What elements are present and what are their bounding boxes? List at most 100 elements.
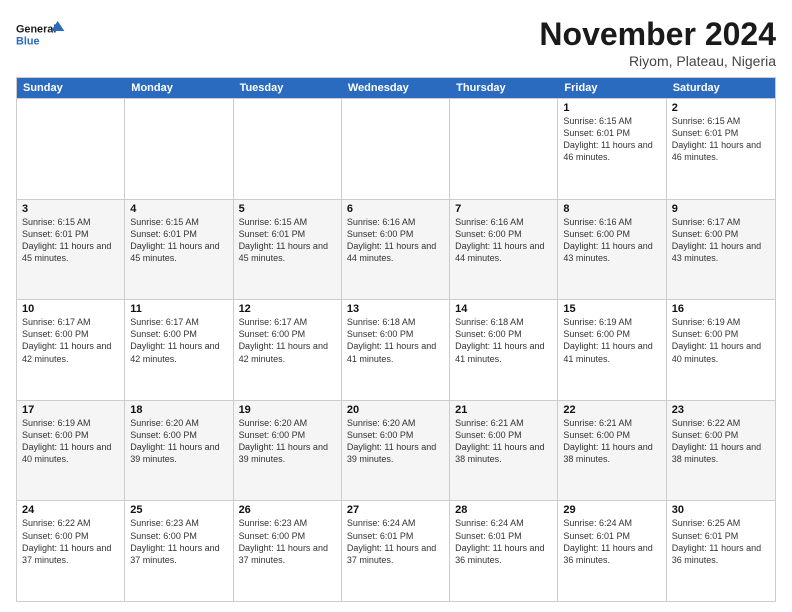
calendar-cell-r1c2: 5Sunrise: 6:15 AM Sunset: 6:01 PM Daylig… xyxy=(234,200,342,300)
calendar-cell-r4c6: 30Sunrise: 6:25 AM Sunset: 6:01 PM Dayli… xyxy=(667,501,775,601)
calendar-row-4: 24Sunrise: 6:22 AM Sunset: 6:00 PM Dayli… xyxy=(17,500,775,601)
day-number: 4 xyxy=(130,203,227,215)
calendar-cell-r3c3: 20Sunrise: 6:20 AM Sunset: 6:00 PM Dayli… xyxy=(342,401,450,501)
day-number: 16 xyxy=(672,303,770,315)
cell-text: Sunrise: 6:22 AM Sunset: 6:00 PM Dayligh… xyxy=(672,417,770,466)
calendar-cell-r3c5: 22Sunrise: 6:21 AM Sunset: 6:00 PM Dayli… xyxy=(558,401,666,501)
day-number: 12 xyxy=(239,303,336,315)
calendar-cell-r3c0: 17Sunrise: 6:19 AM Sunset: 6:00 PM Dayli… xyxy=(17,401,125,501)
day-number: 27 xyxy=(347,504,444,516)
cell-text: Sunrise: 6:15 AM Sunset: 6:01 PM Dayligh… xyxy=(563,115,660,164)
cell-text: Sunrise: 6:20 AM Sunset: 6:00 PM Dayligh… xyxy=(239,417,336,466)
calendar-cell-r0c4 xyxy=(450,99,558,199)
calendar-cell-r4c1: 25Sunrise: 6:23 AM Sunset: 6:00 PM Dayli… xyxy=(125,501,233,601)
day-number: 25 xyxy=(130,504,227,516)
calendar-cell-r4c5: 29Sunrise: 6:24 AM Sunset: 6:01 PM Dayli… xyxy=(558,501,666,601)
day-number: 20 xyxy=(347,404,444,416)
calendar-cell-r2c1: 11Sunrise: 6:17 AM Sunset: 6:00 PM Dayli… xyxy=(125,300,233,400)
cell-text: Sunrise: 6:16 AM Sunset: 6:00 PM Dayligh… xyxy=(563,216,660,265)
cell-text: Sunrise: 6:15 AM Sunset: 6:01 PM Dayligh… xyxy=(672,115,770,164)
calendar-cell-r3c1: 18Sunrise: 6:20 AM Sunset: 6:00 PM Dayli… xyxy=(125,401,233,501)
cell-text: Sunrise: 6:15 AM Sunset: 6:01 PM Dayligh… xyxy=(239,216,336,265)
calendar-cell-r0c5: 1Sunrise: 6:15 AM Sunset: 6:01 PM Daylig… xyxy=(558,99,666,199)
cell-text: Sunrise: 6:23 AM Sunset: 6:00 PM Dayligh… xyxy=(130,517,227,566)
svg-text:Blue: Blue xyxy=(16,35,39,47)
location: Riyom, Plateau, Nigeria xyxy=(539,53,776,69)
day-number: 19 xyxy=(239,404,336,416)
header-day-tuesday: Tuesday xyxy=(234,78,342,98)
calendar-cell-r0c0 xyxy=(17,99,125,199)
calendar-cell-r0c1 xyxy=(125,99,233,199)
cell-text: Sunrise: 6:25 AM Sunset: 6:01 PM Dayligh… xyxy=(672,517,770,566)
day-number: 1 xyxy=(563,102,660,114)
calendar-cell-r1c6: 9Sunrise: 6:17 AM Sunset: 6:00 PM Daylig… xyxy=(667,200,775,300)
day-number: 9 xyxy=(672,203,770,215)
header-day-friday: Friday xyxy=(558,78,666,98)
cell-text: Sunrise: 6:24 AM Sunset: 6:01 PM Dayligh… xyxy=(347,517,444,566)
calendar-cell-r3c4: 21Sunrise: 6:21 AM Sunset: 6:00 PM Dayli… xyxy=(450,401,558,501)
calendar-cell-r4c0: 24Sunrise: 6:22 AM Sunset: 6:00 PM Dayli… xyxy=(17,501,125,601)
day-number: 11 xyxy=(130,303,227,315)
calendar-cell-r4c3: 27Sunrise: 6:24 AM Sunset: 6:01 PM Dayli… xyxy=(342,501,450,601)
cell-text: Sunrise: 6:15 AM Sunset: 6:01 PM Dayligh… xyxy=(130,216,227,265)
calendar-cell-r0c2 xyxy=(234,99,342,199)
cell-text: Sunrise: 6:19 AM Sunset: 6:00 PM Dayligh… xyxy=(563,316,660,365)
calendar-cell-r1c1: 4Sunrise: 6:15 AM Sunset: 6:01 PM Daylig… xyxy=(125,200,233,300)
calendar-cell-r0c6: 2Sunrise: 6:15 AM Sunset: 6:01 PM Daylig… xyxy=(667,99,775,199)
calendar-cell-r1c4: 7Sunrise: 6:16 AM Sunset: 6:00 PM Daylig… xyxy=(450,200,558,300)
day-number: 26 xyxy=(239,504,336,516)
calendar-row-3: 17Sunrise: 6:19 AM Sunset: 6:00 PM Dayli… xyxy=(17,400,775,501)
cell-text: Sunrise: 6:19 AM Sunset: 6:00 PM Dayligh… xyxy=(672,316,770,365)
day-number: 21 xyxy=(455,404,552,416)
header-day-sunday: Sunday xyxy=(17,78,125,98)
day-number: 13 xyxy=(347,303,444,315)
day-number: 8 xyxy=(563,203,660,215)
cell-text: Sunrise: 6:23 AM Sunset: 6:00 PM Dayligh… xyxy=(239,517,336,566)
calendar-row-2: 10Sunrise: 6:17 AM Sunset: 6:00 PM Dayli… xyxy=(17,299,775,400)
cell-text: Sunrise: 6:16 AM Sunset: 6:00 PM Dayligh… xyxy=(455,216,552,265)
day-number: 24 xyxy=(22,504,119,516)
calendar-cell-r4c2: 26Sunrise: 6:23 AM Sunset: 6:00 PM Dayli… xyxy=(234,501,342,601)
calendar-cell-r4c4: 28Sunrise: 6:24 AM Sunset: 6:01 PM Dayli… xyxy=(450,501,558,601)
header-day-monday: Monday xyxy=(125,78,233,98)
day-number: 29 xyxy=(563,504,660,516)
month-title: November 2024 xyxy=(539,16,776,53)
day-number: 23 xyxy=(672,404,770,416)
cell-text: Sunrise: 6:17 AM Sunset: 6:00 PM Dayligh… xyxy=(672,216,770,265)
day-number: 10 xyxy=(22,303,119,315)
cell-text: Sunrise: 6:19 AM Sunset: 6:00 PM Dayligh… xyxy=(22,417,119,466)
day-number: 2 xyxy=(672,102,770,114)
cell-text: Sunrise: 6:17 AM Sunset: 6:00 PM Dayligh… xyxy=(22,316,119,365)
day-number: 5 xyxy=(239,203,336,215)
calendar: SundayMondayTuesdayWednesdayThursdayFrid… xyxy=(16,77,776,602)
calendar-cell-r2c0: 10Sunrise: 6:17 AM Sunset: 6:00 PM Dayli… xyxy=(17,300,125,400)
cell-text: Sunrise: 6:17 AM Sunset: 6:00 PM Dayligh… xyxy=(130,316,227,365)
calendar-cell-r2c5: 15Sunrise: 6:19 AM Sunset: 6:00 PM Dayli… xyxy=(558,300,666,400)
calendar-cell-r2c6: 16Sunrise: 6:19 AM Sunset: 6:00 PM Dayli… xyxy=(667,300,775,400)
cell-text: Sunrise: 6:20 AM Sunset: 6:00 PM Dayligh… xyxy=(130,417,227,466)
calendar-page: General Blue November 2024 Riyom, Platea… xyxy=(0,0,792,612)
day-number: 28 xyxy=(455,504,552,516)
calendar-cell-r0c3 xyxy=(342,99,450,199)
calendar-cell-r1c5: 8Sunrise: 6:16 AM Sunset: 6:00 PM Daylig… xyxy=(558,200,666,300)
day-number: 6 xyxy=(347,203,444,215)
day-number: 3 xyxy=(22,203,119,215)
calendar-cell-r2c2: 12Sunrise: 6:17 AM Sunset: 6:00 PM Dayli… xyxy=(234,300,342,400)
day-number: 15 xyxy=(563,303,660,315)
calendar-row-0: 1Sunrise: 6:15 AM Sunset: 6:01 PM Daylig… xyxy=(17,98,775,199)
svg-text:General: General xyxy=(16,24,56,36)
title-block: November 2024 Riyom, Plateau, Nigeria xyxy=(539,16,776,69)
cell-text: Sunrise: 6:22 AM Sunset: 6:00 PM Dayligh… xyxy=(22,517,119,566)
header-day-saturday: Saturday xyxy=(667,78,775,98)
cell-text: Sunrise: 6:21 AM Sunset: 6:00 PM Dayligh… xyxy=(455,417,552,466)
day-number: 14 xyxy=(455,303,552,315)
cell-text: Sunrise: 6:18 AM Sunset: 6:00 PM Dayligh… xyxy=(347,316,444,365)
day-number: 18 xyxy=(130,404,227,416)
header-day-thursday: Thursday xyxy=(450,78,558,98)
cell-text: Sunrise: 6:15 AM Sunset: 6:01 PM Dayligh… xyxy=(22,216,119,265)
calendar-cell-r2c4: 14Sunrise: 6:18 AM Sunset: 6:00 PM Dayli… xyxy=(450,300,558,400)
calendar-cell-r1c0: 3Sunrise: 6:15 AM Sunset: 6:01 PM Daylig… xyxy=(17,200,125,300)
calendar-body: 1Sunrise: 6:15 AM Sunset: 6:01 PM Daylig… xyxy=(17,98,775,601)
page-header: General Blue November 2024 Riyom, Platea… xyxy=(16,16,776,69)
calendar-cell-r3c6: 23Sunrise: 6:22 AM Sunset: 6:00 PM Dayli… xyxy=(667,401,775,501)
